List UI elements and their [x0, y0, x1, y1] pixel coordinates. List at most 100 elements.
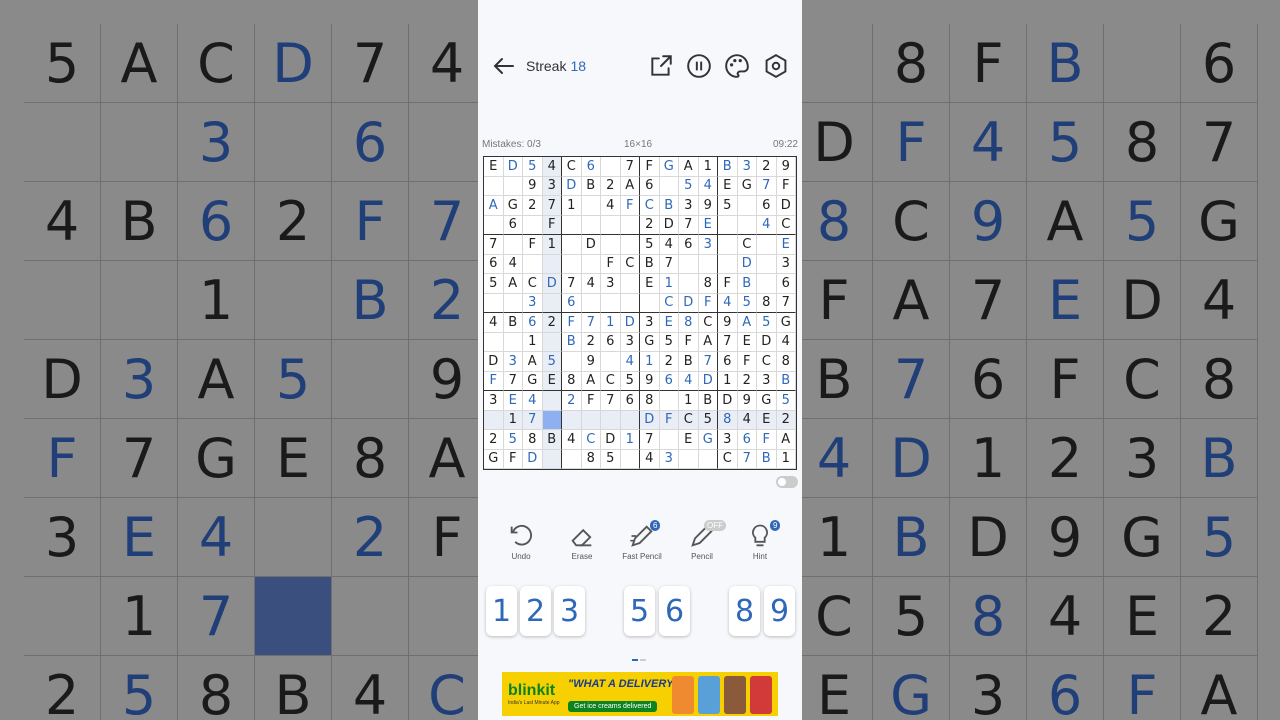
board-cell[interactable]: E [679, 430, 699, 450]
board-cell[interactable]: 3 [620, 332, 640, 352]
board-cell[interactable] [542, 293, 562, 313]
board-cell[interactable]: A [503, 274, 523, 294]
board-cell[interactable] [542, 332, 562, 352]
board-cell[interactable]: 7 [718, 332, 738, 352]
board-cell[interactable]: G [757, 391, 777, 411]
board-cell[interactable]: G [484, 449, 504, 469]
board-cell[interactable]: 6 [620, 391, 640, 411]
board-cell[interactable]: 9 [776, 157, 796, 177]
board-cell[interactable]: 4 [542, 157, 562, 177]
board-cell[interactable]: 3 [737, 157, 757, 177]
board-cell[interactable] [601, 215, 621, 235]
board-cell[interactable]: 8 [757, 293, 777, 313]
board-cell[interactable]: G [503, 196, 523, 216]
board-cell[interactable]: F [737, 352, 757, 372]
board-cell[interactable]: 1 [776, 449, 796, 469]
board-cell[interactable]: 3 [542, 176, 562, 196]
board-cell[interactable]: F [601, 254, 621, 274]
board-cell[interactable]: 7 [523, 410, 543, 430]
board-cell[interactable]: C [659, 293, 679, 313]
board-cell[interactable] [484, 332, 504, 352]
board-cell[interactable]: 2 [757, 157, 777, 177]
board-cell[interactable]: 2 [523, 196, 543, 216]
sudoku-board[interactable]: ED54C67FGA1B32993DB2A654EG7FAG2714FCB395… [483, 156, 797, 470]
board-cell[interactable]: F [679, 332, 699, 352]
board-cell[interactable]: 8 [776, 352, 796, 372]
board-cell[interactable]: 4 [776, 332, 796, 352]
board-cell[interactable]: 7 [562, 274, 582, 294]
board-cell[interactable]: B [659, 196, 679, 216]
board-cell[interactable]: 1 [601, 313, 621, 333]
numpad-key[interactable]: 6 [659, 586, 690, 636]
board-cell[interactable]: C [757, 352, 777, 372]
board-cell[interactable]: F [776, 176, 796, 196]
board-cell[interactable]: 3 [718, 430, 738, 450]
board-cell[interactable] [698, 449, 718, 469]
board-cell[interactable]: C [640, 196, 660, 216]
board-cell[interactable] [562, 410, 582, 430]
board-cell[interactable] [659, 430, 679, 450]
board-cell[interactable]: 6 [503, 215, 523, 235]
board-cell[interactable]: 6 [757, 196, 777, 216]
board-cell[interactable]: 1 [562, 196, 582, 216]
board-cell[interactable] [620, 274, 640, 294]
board-cell[interactable] [757, 274, 777, 294]
board-cell[interactable]: 7 [640, 430, 660, 450]
board-cell[interactable]: 8 [679, 313, 699, 333]
board-cell[interactable] [757, 235, 777, 255]
board-cell[interactable]: D [659, 215, 679, 235]
board-cell[interactable]: 1 [542, 235, 562, 255]
board-cell[interactable]: 7 [679, 215, 699, 235]
board-cell[interactable] [718, 215, 738, 235]
board-cell[interactable]: D [562, 176, 582, 196]
board-cell[interactable]: 2 [581, 332, 601, 352]
board-cell[interactable]: 7 [620, 157, 640, 177]
board-cell[interactable]: 7 [601, 391, 621, 411]
board-cell[interactable]: D [503, 157, 523, 177]
board-cell[interactable]: F [698, 293, 718, 313]
board-cell[interactable]: 6 [640, 176, 660, 196]
pause-icon[interactable] [686, 53, 712, 79]
board-cell[interactable]: D [737, 254, 757, 274]
board-cell[interactable]: E [542, 371, 562, 391]
board-cell[interactable] [581, 410, 601, 430]
board-cell[interactable]: F [484, 371, 504, 391]
board-cell[interactable]: 8 [640, 391, 660, 411]
board-cell[interactable]: B [737, 274, 757, 294]
board-cell[interactable]: F [640, 157, 660, 177]
board-cell[interactable]: 6 [562, 293, 582, 313]
board-cell[interactable] [718, 254, 738, 274]
board-cell[interactable]: G [659, 157, 679, 177]
board-cell[interactable] [620, 449, 640, 469]
settings-icon[interactable] [763, 53, 789, 79]
board-cell[interactable]: C [698, 313, 718, 333]
board-cell[interactable]: C [601, 371, 621, 391]
board-cell[interactable] [659, 391, 679, 411]
board-cell[interactable]: 7 [503, 371, 523, 391]
undo-button[interactable]: Undo [493, 522, 549, 561]
board-cell[interactable]: 1 [620, 430, 640, 450]
board-cell[interactable]: D [484, 352, 504, 372]
board-cell[interactable]: 8 [581, 449, 601, 469]
board-cell[interactable]: 7 [659, 254, 679, 274]
board-cell[interactable]: 3 [659, 449, 679, 469]
board-cell[interactable]: 9 [640, 371, 660, 391]
board-cell[interactable]: E [737, 332, 757, 352]
board-cell[interactable] [581, 293, 601, 313]
board-cell[interactable] [523, 215, 543, 235]
board-cell[interactable]: 5 [757, 313, 777, 333]
board-cell[interactable]: B [679, 352, 699, 372]
board-cell[interactable]: 2 [659, 352, 679, 372]
board-cell[interactable] [620, 293, 640, 313]
board-cell[interactable] [562, 215, 582, 235]
board-cell[interactable] [503, 332, 523, 352]
board-cell[interactable]: A [581, 371, 601, 391]
erase-button[interactable]: Erase [554, 522, 610, 561]
board-cell[interactable]: B [757, 449, 777, 469]
board-cell[interactable]: 8 [562, 371, 582, 391]
board-cell[interactable] [562, 254, 582, 274]
board-cell[interactable]: A [679, 157, 699, 177]
board-cell[interactable]: F [718, 274, 738, 294]
numpad-key[interactable]: 5 [624, 586, 655, 636]
back-arrow-icon[interactable] [492, 54, 516, 78]
